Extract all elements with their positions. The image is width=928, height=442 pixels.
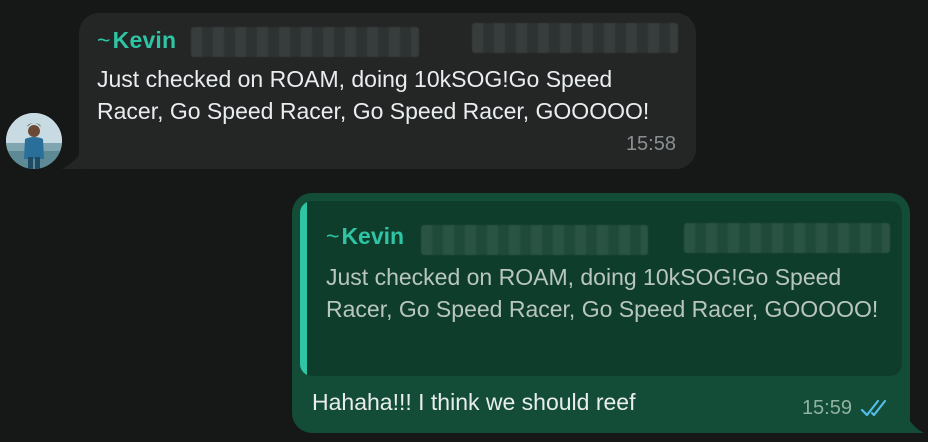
chat-panel: ~Kevin Just checked on ROAM, doing 10kSO…	[0, 0, 928, 442]
incoming-message-bubble[interactable]: ~Kevin Just checked on ROAM, doing 10kSO…	[79, 13, 696, 169]
sender-name[interactable]: ~Kevin	[97, 27, 176, 54]
quoted-sender-name: ~Kevin	[326, 223, 404, 250]
sender-prefix: ~	[97, 27, 111, 53]
quoted-message-text: Just checked on ROAM, doing 10kSOG!Go Sp…	[326, 264, 879, 322]
outgoing-message-bubble[interactable]: ~Kevin Just checked on ROAM, doing 10kSO…	[292, 193, 910, 433]
redacted-push-name	[472, 23, 678, 53]
quoted-message[interactable]: ~Kevin Just checked on ROAM, doing 10kSO…	[300, 201, 902, 376]
sender-name-label: Kevin	[112, 27, 177, 53]
message-timestamp: 15:58	[625, 133, 676, 155]
sender-avatar[interactable]	[6, 113, 62, 169]
redacted-phone-number	[191, 27, 419, 57]
quoted-sender-name-label: Kevin	[341, 223, 405, 249]
quoted-sender-prefix: ~	[326, 223, 340, 249]
avatar-photo	[6, 113, 62, 169]
double-check-read-icon	[860, 399, 887, 417]
message-timestamp: 15:59	[801, 397, 852, 419]
redacted-phone-number	[421, 225, 648, 255]
message-text: Just checked on ROAM, doing 10kSOG!Go Sp…	[97, 66, 650, 124]
redacted-push-name	[684, 223, 890, 253]
message-text: Hahaha!!! I think we should reef	[312, 389, 636, 415]
quote-accent-bar	[300, 201, 307, 376]
